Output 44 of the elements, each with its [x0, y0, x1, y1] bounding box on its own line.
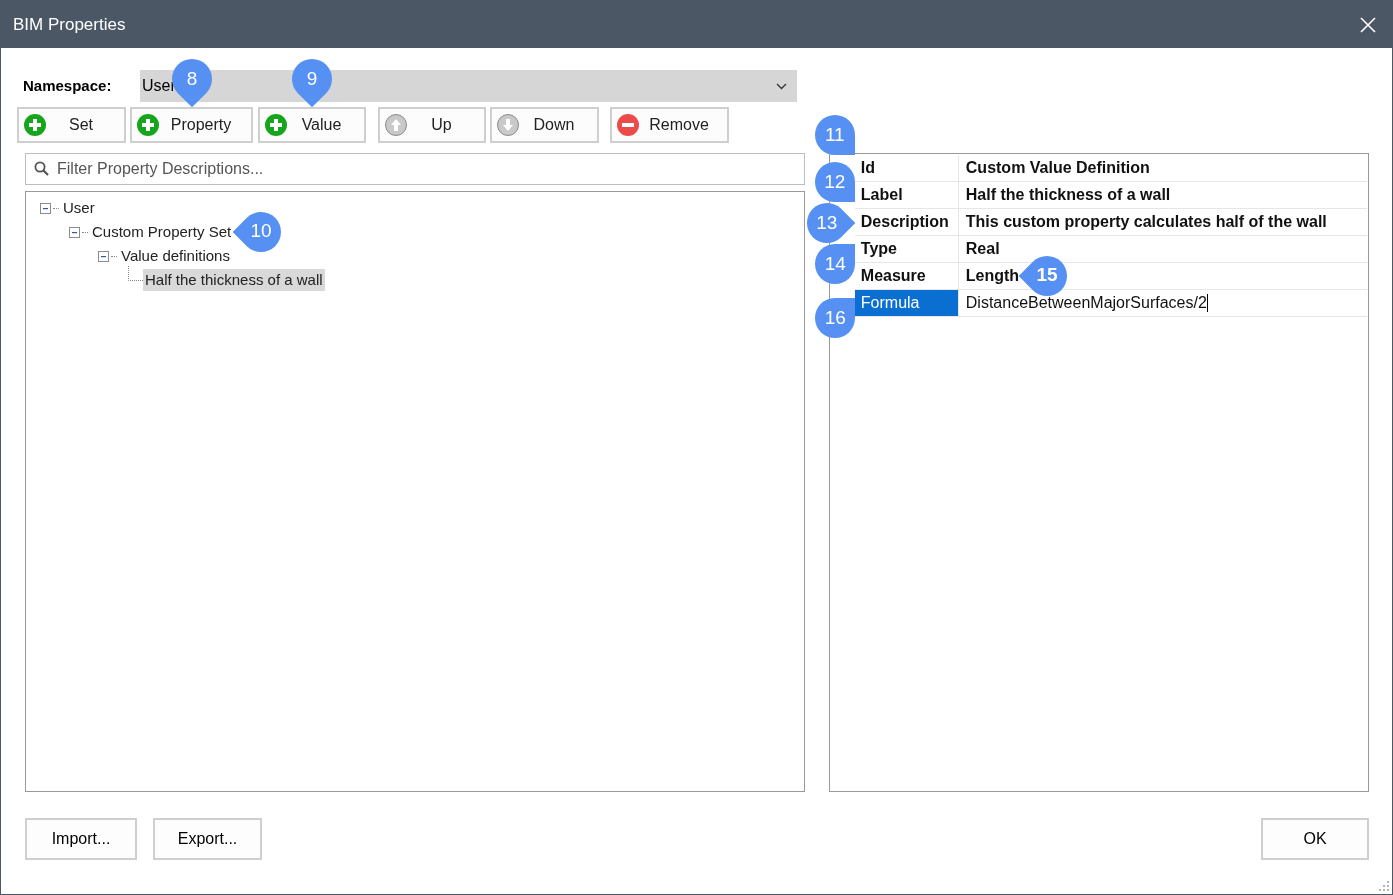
property-value[interactable]: Custom Value Definition	[965, 156, 1150, 180]
window-title: BIM Properties	[13, 13, 126, 36]
callout-marker: 16	[814, 298, 855, 338]
tree-item[interactable]: Custom Property Set	[90, 220, 234, 244]
plus-icon	[265, 114, 287, 136]
property-value[interactable]: Real	[965, 237, 1000, 261]
collapse-icon[interactable]	[69, 226, 80, 238]
minus-icon	[617, 114, 639, 136]
tree-connector-line	[127, 266, 143, 282]
tree-item[interactable]: User	[61, 196, 97, 220]
resize-grip-icon[interactable]	[1377, 879, 1389, 891]
toolbar-button[interactable]: Property	[130, 107, 253, 143]
toolbar-button[interactable]: Up	[378, 107, 486, 143]
property-name-cell[interactable]: Type	[854, 236, 959, 262]
close-icon[interactable]	[1360, 16, 1376, 33]
filter-field[interactable]: Filter Property Descriptions...	[25, 153, 805, 185]
text-cursor	[1206, 294, 1208, 312]
property-value[interactable]: Half the thickness of a wall	[965, 183, 1171, 207]
toolbar-button[interactable]: Value	[258, 107, 366, 143]
chevron-down-icon	[776, 82, 787, 90]
property-name-cell[interactable]: Label	[854, 182, 959, 208]
property-name-cell[interactable]: Measure	[854, 263, 959, 289]
callout-marker: 14	[814, 244, 855, 284]
callout-marker: 12	[814, 162, 855, 202]
toolbar-button[interactable]: Set	[17, 107, 126, 143]
callout-marker: 11	[814, 115, 855, 155]
tree-item[interactable]: Half the thickness of a wall	[143, 268, 325, 292]
property-value[interactable]: Length	[965, 264, 1020, 288]
footer-button[interactable]: Export...	[153, 817, 262, 860]
search-icon	[34, 161, 49, 176]
collapse-icon[interactable]	[40, 202, 51, 214]
collapse-icon[interactable]	[98, 250, 109, 262]
property-name-cell[interactable]: Description	[854, 209, 959, 235]
ok-button[interactable]: OK	[1261, 817, 1369, 860]
property-value[interactable]: This custom property calculates half of the wall	[965, 210, 1327, 234]
footer-button[interactable]: Import...	[25, 817, 137, 860]
plus-icon	[137, 114, 159, 136]
plus-icon	[24, 114, 46, 136]
tree-item[interactable]: Value definitions	[119, 244, 232, 268]
toolbar-button[interactable]: Remove	[610, 107, 729, 143]
property-value[interactable]: DistanceBetweenMajorSurfaces/2	[965, 291, 1207, 315]
namespace-label: Namespace:	[22, 75, 113, 96]
toolbar-button[interactable]: Down	[490, 107, 599, 143]
property-name-cell[interactable]: Formula	[854, 290, 959, 316]
